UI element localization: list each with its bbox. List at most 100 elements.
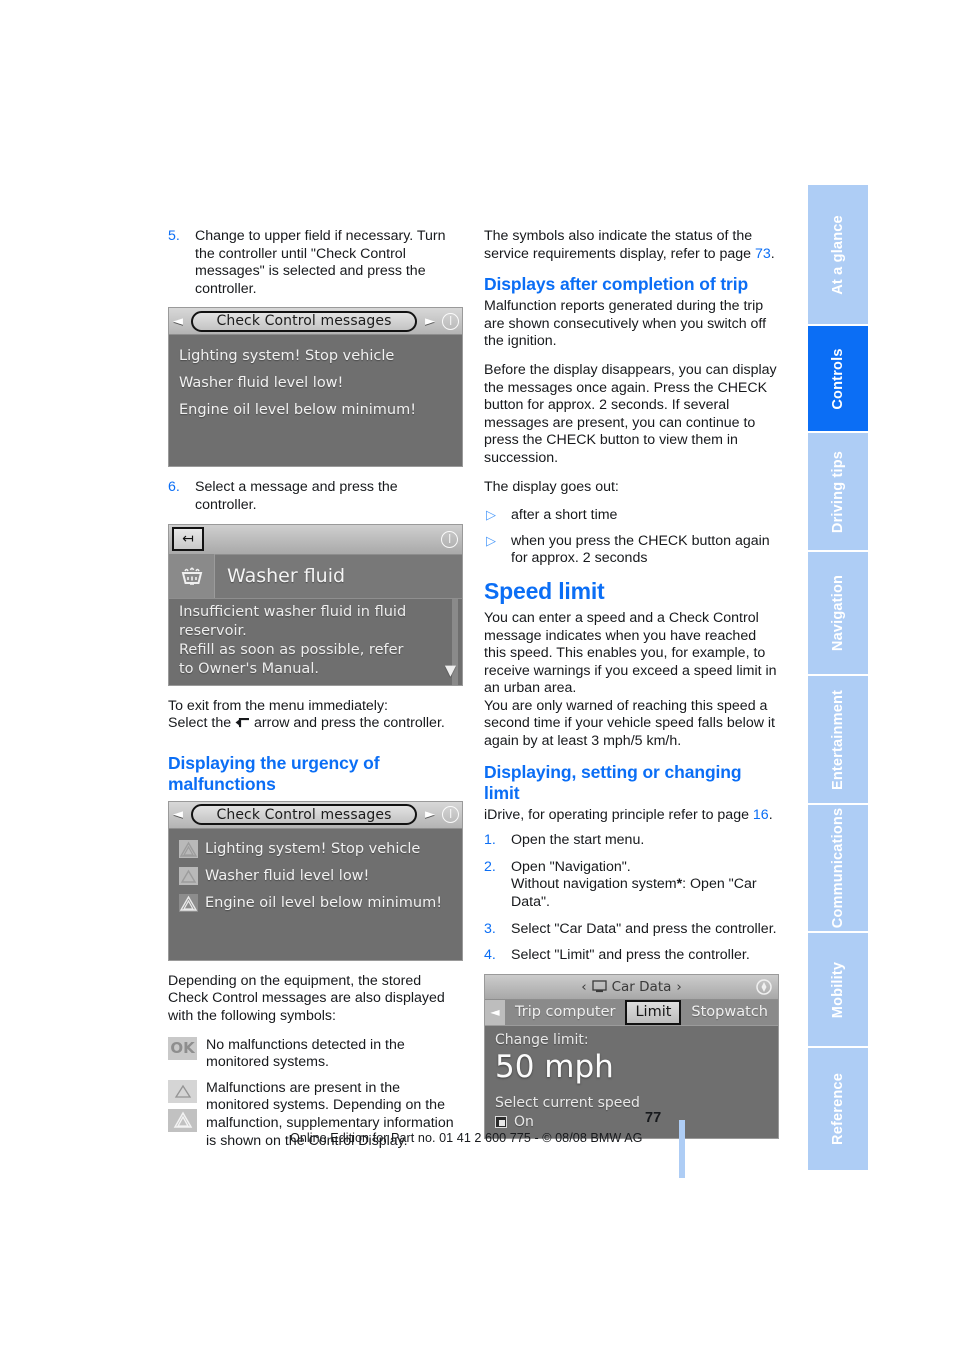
arrow-left-icon[interactable]: ◄	[485, 999, 505, 1025]
tab-reference[interactable]: Reference	[808, 1048, 868, 1170]
warning-triangle-icon	[168, 1079, 197, 1103]
tab-controls[interactable]: Controls	[808, 326, 868, 433]
washer-fluid-line: Refill as soon as possible, refer	[179, 641, 404, 658]
screenshot-washer-fluid: ↤ Washer fluid Insufficient washer fluid…	[168, 523, 463, 686]
heading-urgency: Displaying the urgency of malfunctions	[168, 752, 380, 794]
car-data-title: Car Data	[611, 978, 672, 995]
message-row: Washer fluid level low!	[169, 369, 462, 396]
washer-fluid-line: to Owner's Manual.	[179, 660, 319, 677]
topbar-icons: ►	[421, 806, 462, 824]
scroll-down-icon[interactable]: ▼	[445, 662, 456, 681]
warning-triangle-icon	[179, 840, 198, 859]
message-text: Washer fluid level low!	[179, 374, 344, 391]
arrow-left-icon: ◄	[173, 313, 183, 329]
car-data-title-group: ‹ Car Data ›	[581, 979, 682, 995]
symbols-intro: Depending on the equipment, the stored C…	[168, 972, 445, 1024]
menu-title: Check Control messages	[216, 806, 392, 823]
legend-icon-wrap	[168, 1079, 198, 1150]
screenshot-check-control-messages: ◄ Check Control messages ► Lighting syst…	[168, 307, 463, 468]
tab-communications[interactable]: Communications	[808, 805, 868, 933]
tab-label: Reference	[830, 1073, 846, 1145]
screenshot-topbar: ◄ Check Control messages ►	[169, 308, 462, 336]
message-row: Lighting system! Stop vehicle	[169, 342, 462, 369]
tab-entertainment[interactable]: Entertainment	[808, 676, 868, 805]
washer-fluid-line: Insufficient washer fluid in fluid	[179, 603, 407, 620]
step-text-line1: Open "Navigation".	[511, 858, 631, 875]
info-circle-icon	[442, 806, 459, 824]
step-item: 6. Select a message and press the contro…	[168, 479, 463, 514]
tab-mobility[interactable]: Mobility	[808, 933, 868, 1048]
page-reference-link[interactable]: 16	[753, 807, 769, 823]
intro-after: .	[770, 245, 775, 262]
checkbox-icon[interactable]	[495, 1115, 507, 1128]
screenshot-urgency: ◄ Check Control messages ► Lighting syst…	[168, 800, 463, 961]
triangle-bullet-icon: ▷	[486, 532, 496, 548]
step-number: 6.	[168, 479, 180, 496]
message-text: Lighting system! Stop vehicle	[179, 347, 395, 364]
idrive-reference: iDrive, for operating principle refer to…	[484, 807, 779, 825]
menu-title-pill: Check Control messages	[191, 310, 417, 332]
speed-paragraph-1: You can enter a speed and a Check Contro…	[484, 609, 777, 697]
page-reference-link[interactable]: 73	[755, 246, 771, 262]
step-text: Change to upper field if necessary. Turn…	[195, 228, 446, 297]
controller-icon	[755, 978, 773, 996]
bullet-item: ▷ after a short time	[484, 507, 779, 525]
tab-label: Stopwatch	[691, 1004, 768, 1021]
exit-note: To exit from the menu immediately: Selec…	[168, 698, 463, 733]
step-list-upper: 5. Change to upper field if necessary. T…	[168, 228, 463, 298]
warning-triangle-icon	[179, 894, 198, 913]
on-toggle-label: On	[514, 1113, 534, 1130]
step-number: 4.	[484, 947, 496, 964]
bullet-text: when you press the CHECK button again fo…	[511, 532, 770, 567]
tab-navigation[interactable]: Navigation	[808, 552, 868, 676]
menu-title-pill: Check Control messages	[191, 804, 417, 826]
tab-at-a-glance[interactable]: At a glance	[808, 185, 868, 326]
exit-note-after: arrow and press the controller.	[250, 715, 445, 732]
step-item: 4. Select "Limit" and press the controll…	[484, 947, 779, 965]
select-current-speed-label: Select current speed	[495, 1094, 640, 1111]
tab-label: Driving tips	[830, 450, 846, 533]
back-arrow-icon	[235, 716, 250, 728]
heading-changing-limit: Displaying, setting or changing limit	[484, 761, 742, 803]
message-text: Engine oil level below minimum!	[179, 401, 417, 418]
step-number: 1.	[484, 832, 496, 849]
screenshot-message-list: Lighting system! Stop vehicle Washer flu…	[169, 335, 462, 467]
step-text: Open the start menu.	[511, 832, 645, 849]
bullet-item: ▷ when you press the CHECK button again …	[484, 533, 779, 568]
bullet-list: ▷ after a short time ▷ when you press th…	[484, 507, 779, 568]
on-toggle-row[interactable]: On	[495, 1114, 768, 1130]
washer-fluid-icon	[169, 554, 215, 599]
step-list-limit: 1. Open the start menu. 2. Open "Navigat…	[484, 832, 779, 965]
idrive-after: .	[768, 806, 773, 823]
footer-accent-bar	[679, 1120, 685, 1178]
screenshot-message-list: Lighting system! Stop vehicle Washer flu…	[169, 828, 462, 960]
chevron-left-icon: ‹	[581, 978, 587, 995]
warning-triangle-icon	[179, 867, 198, 886]
back-arrow-icon: ↤	[172, 527, 204, 552]
tab-limit[interactable]: Limit	[625, 999, 682, 1025]
step-item: 2. Open "Navigation". Without navigation…	[484, 859, 779, 912]
step-text-line2-before: Without navigation system	[511, 876, 677, 893]
arrow-right-icon: ►	[425, 313, 435, 329]
tab-label: Entertainment	[830, 689, 846, 790]
washer-fluid-title: Washer fluid	[227, 565, 346, 588]
tab-label: Mobility	[830, 961, 846, 1018]
left-column: 5. Change to upper field if necessary. T…	[168, 228, 463, 1150]
speed-paragraph-2: You are only warned of reaching this spe…	[484, 697, 775, 750]
screenshot-car-data: ‹ Car Data › ◄ Trip computer Limit Stopw…	[484, 973, 779, 1139]
legend-icon-wrap: OK	[168, 1036, 198, 1072]
washer-fluid-header: Washer fluid	[169, 554, 462, 599]
tab-label: Limit	[635, 1004, 672, 1021]
tab-driving-tips[interactable]: Driving tips	[808, 433, 868, 552]
info-circle-icon	[442, 312, 459, 330]
menu-title: Check Control messages	[216, 313, 392, 330]
triangle-bullet-icon: ▷	[486, 507, 496, 523]
tab-stopwatch[interactable]: Stopwatch	[681, 1000, 778, 1025]
step-number: 2.	[484, 858, 496, 875]
paragraph-3: The display goes out:	[484, 478, 619, 495]
tab-trip-computer[interactable]: Trip computer	[505, 1000, 625, 1025]
step-text: Select "Limit" and press the controller.	[511, 947, 750, 964]
step-text: Select "Car Data" and press the controll…	[511, 920, 777, 937]
arrow-right-icon: ►	[425, 807, 435, 823]
section-tab-rail: At a glance Controls Driving tips Naviga…	[808, 185, 868, 1170]
